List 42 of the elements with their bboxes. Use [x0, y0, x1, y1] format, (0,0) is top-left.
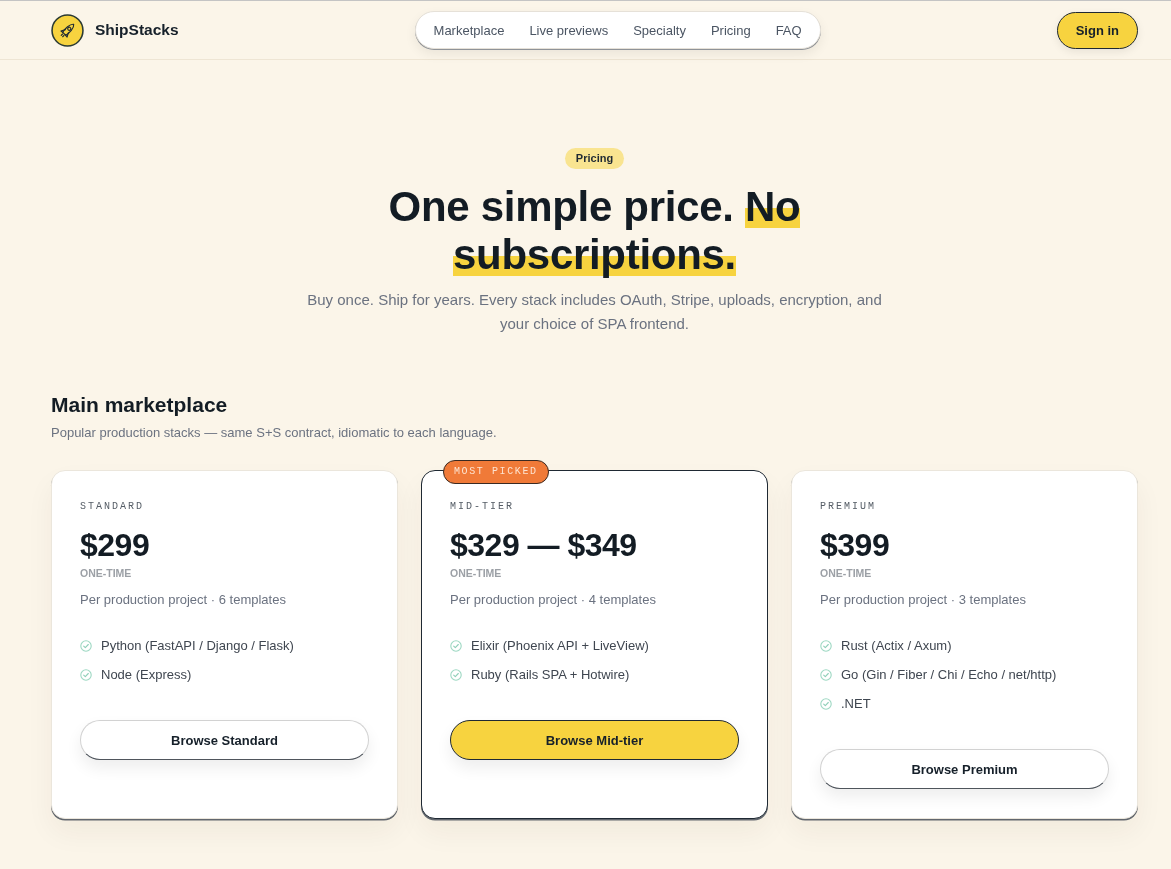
tier-label: PREMIUM — [820, 500, 876, 514]
nav-link[interactable]: FAQ — [775, 22, 802, 38]
plan-description: Per production project · 4 templates — [450, 591, 656, 609]
check-icon — [820, 698, 832, 710]
feature-text: Ruby (Rails SPA + Hotwire) — [471, 666, 630, 684]
check-icon — [820, 669, 832, 681]
nav-link[interactable]: Specialty — [633, 22, 686, 38]
popular-tag: MOST PICKED — [443, 460, 549, 484]
feature-text: .NET — [841, 695, 871, 713]
plan-description: Per production project · 3 templates — [820, 591, 1026, 609]
feature-text: Go (Gin / Fiber / Chi / Echo / net/http) — [841, 666, 1057, 684]
check-icon — [80, 640, 92, 652]
browse-button[interactable]: Browse Premium — [820, 749, 1109, 789]
check-icon — [450, 640, 462, 652]
nav-link[interactable]: Pricing — [710, 22, 751, 38]
check-icon — [450, 669, 462, 681]
billing-note: ONE-TIME — [80, 566, 132, 580]
tier-label: MID-TIER — [450, 500, 514, 514]
check-icon — [80, 669, 92, 681]
hero-description: Buy once. Ship for years. Every stack includes OAuth, Stripe, uploads, encryption, and your choice of SPA frontend. — [306, 290, 883, 334]
plan-description: Per production project · 6 templates — [80, 591, 286, 609]
billing-note: ONE-TIME — [820, 566, 872, 580]
section-heading: Main marketplace — [51, 392, 229, 418]
feature-text: Python (FastAPI / Django / Flask) — [101, 637, 294, 655]
plan-price: $329 — $349 — [450, 526, 637, 564]
browse-button[interactable]: Browse Mid-tier — [450, 720, 739, 760]
nav-link[interactable]: Marketplace — [433, 22, 505, 38]
feature-text: Node (Express) — [101, 666, 192, 684]
tier-label: STANDARD — [80, 500, 144, 514]
nav-link[interactable]: Live previews — [529, 22, 609, 38]
billing-note: ONE-TIME — [450, 566, 502, 580]
feature-text: Rust (Actix / Axum) — [841, 637, 952, 655]
sign-in-button[interactable]: Sign in — [1056, 11, 1138, 49]
section-description: Popular production stacks — same S+S contract, idiomatic to each language. — [51, 424, 498, 442]
section-label: Pricing — [564, 148, 625, 169]
rocket-logo-icon — [51, 13, 84, 47]
plan-price: $399 — [820, 526, 890, 564]
brand-name: ShipStacks — [95, 21, 179, 39]
browse-button[interactable]: Browse Standard — [80, 720, 369, 760]
feature-text: Elixir (Phoenix API + LiveView) — [471, 637, 649, 655]
check-icon — [820, 640, 832, 652]
plan-price: $299 — [80, 526, 150, 564]
